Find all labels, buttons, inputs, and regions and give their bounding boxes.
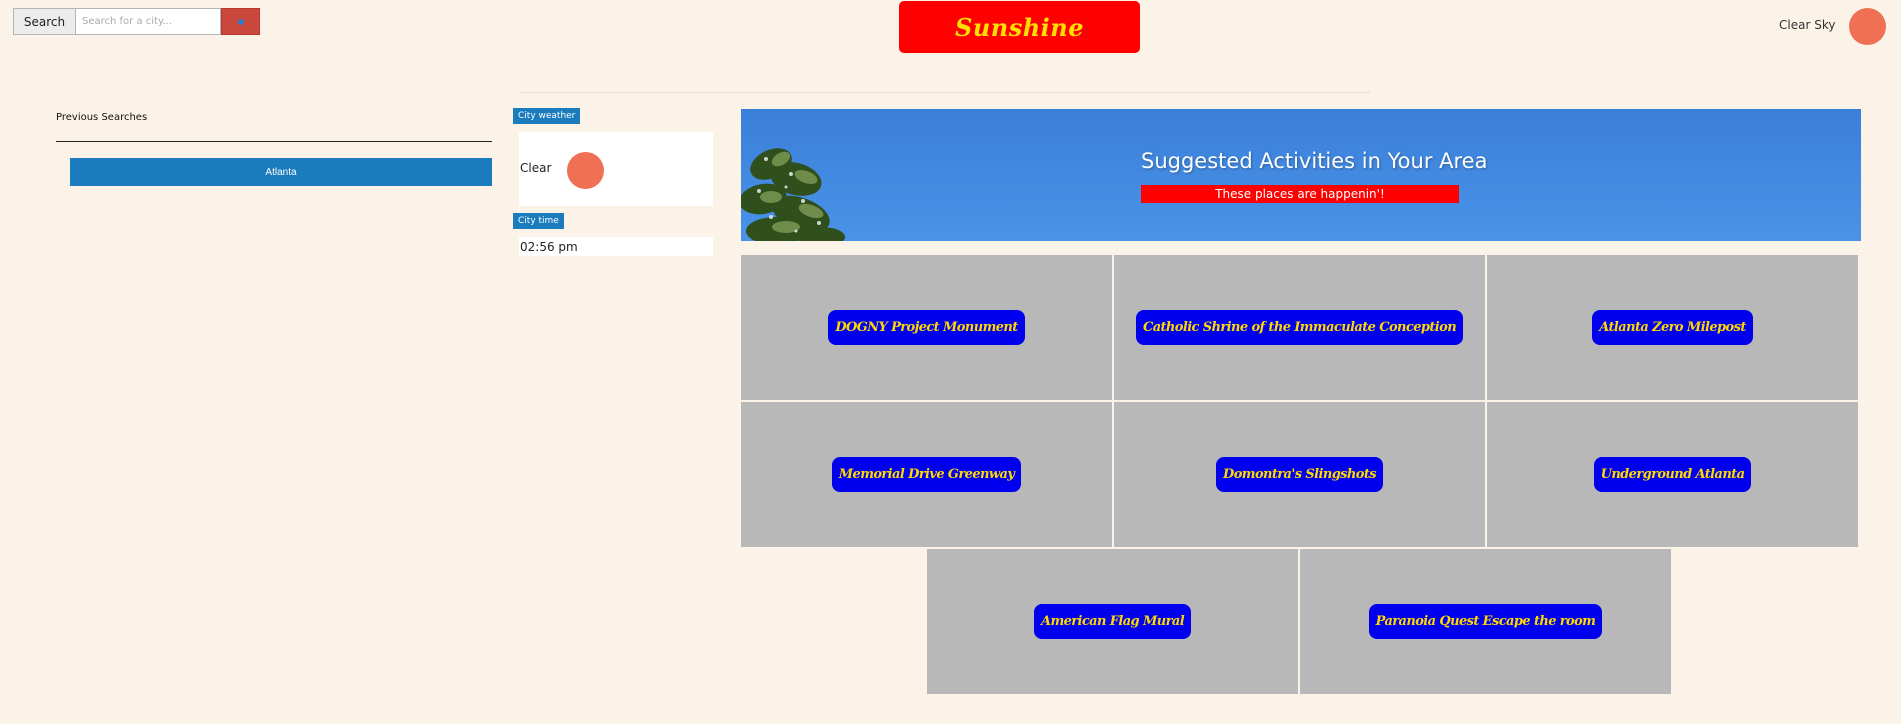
sun-icon <box>1849 8 1886 45</box>
pine-tree-image <box>741 148 845 241</box>
activity-tile: American Flag Mural <box>927 549 1298 694</box>
activity-tile: Paranoia Quest Escape the room <box>1300 549 1671 694</box>
divider <box>520 92 1370 93</box>
activity-button[interactable]: Memorial Drive Greenway <box>831 457 1022 492</box>
search-input[interactable] <box>75 8 221 35</box>
app-logo: Sunshine <box>899 1 1140 53</box>
city-time-tag: City time <box>513 213 564 229</box>
weather-condition: Clear <box>520 161 552 175</box>
search-button[interactable] <box>221 8 260 35</box>
activity-tile: Memorial Drive Greenway <box>741 402 1112 547</box>
activity-button[interactable]: Underground Atlanta <box>1593 457 1752 492</box>
activity-tile: Domontra's Slingshots <box>1114 402 1485 547</box>
logo-text: Sunshine <box>954 12 1085 42</box>
search-bar: Search <box>13 8 260 35</box>
search-label: Search <box>13 8 75 35</box>
activity-button[interactable]: Atlanta Zero Milepost <box>1592 310 1753 345</box>
city-weather-tag: City weather <box>513 108 581 124</box>
activities-subtitle: These places are happenin'! <box>1141 185 1459 203</box>
activity-button[interactable]: Catholic Shrine of the Immaculate Concep… <box>1135 310 1464 345</box>
sun-icon <box>567 152 604 189</box>
activities-banner: Suggested Activities in Your Area These … <box>741 109 1861 241</box>
activity-tile: Atlanta Zero Milepost <box>1487 255 1858 400</box>
search-icon <box>237 18 244 25</box>
previous-search-item[interactable]: Atlanta <box>70 158 492 186</box>
header-weather-status: Clear Sky <box>1779 18 1836 32</box>
activity-tile: Catholic Shrine of the Immaculate Concep… <box>1114 255 1485 400</box>
activity-button[interactable]: Domontra's Slingshots <box>1216 457 1383 492</box>
activity-tile: Underground Atlanta <box>1487 402 1858 547</box>
activity-button[interactable]: American Flag Mural <box>1033 604 1192 639</box>
city-weather-card: Clear <box>519 132 713 206</box>
city-time-value: 02:56 pm <box>519 237 713 256</box>
activity-button[interactable]: Paranoia Quest Escape the room <box>1368 604 1603 639</box>
activity-tile: DOGNY Project Monument <box>741 255 1112 400</box>
divider <box>56 141 492 142</box>
activities-title: Suggested Activities in Your Area <box>1141 149 1488 173</box>
activity-button[interactable]: DOGNY Project Monument <box>828 310 1025 345</box>
previous-searches-title: Previous Searches <box>56 112 148 123</box>
